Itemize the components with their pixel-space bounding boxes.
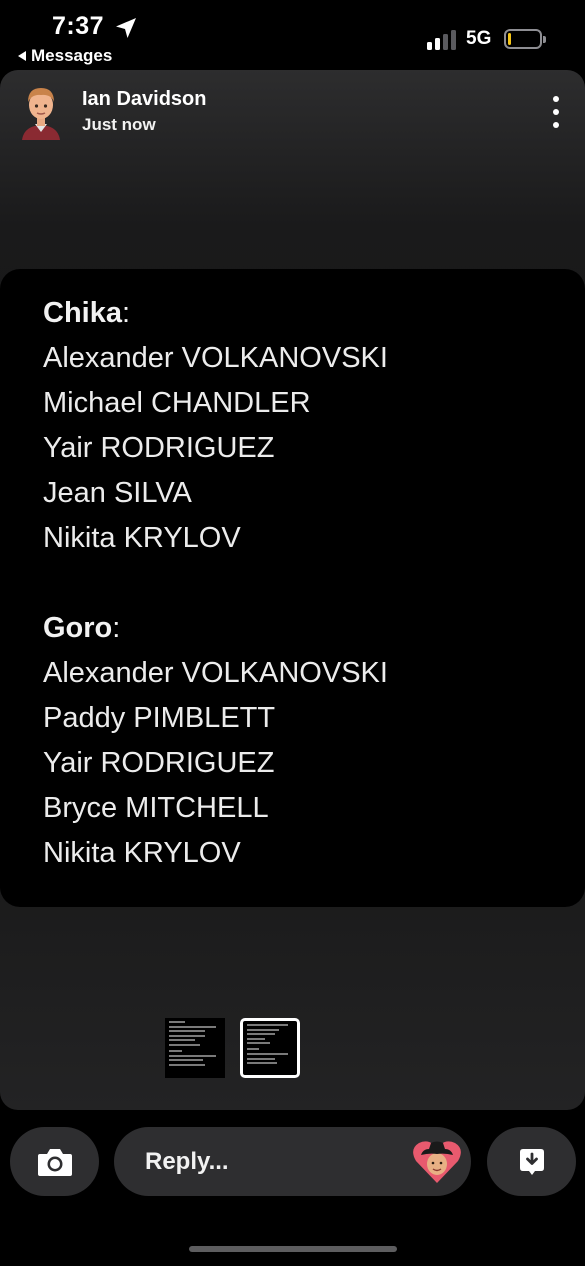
signal-bar	[435, 38, 440, 50]
thumb-text-line	[169, 1059, 203, 1062]
thumb-text-line	[169, 1049, 182, 1052]
thumb-text-line	[169, 1054, 216, 1057]
note-line: Nikita KRYLOV	[43, 522, 241, 554]
network-type: 5G	[466, 28, 492, 49]
signal-icon	[427, 28, 459, 50]
home-indicator[interactable]	[189, 1246, 397, 1252]
thumb-text-line	[169, 1030, 206, 1033]
snap-thumbnail-1[interactable]	[165, 1018, 225, 1078]
note-section-goro: Goro: Alexander VOLKANOVSKI Paddy PIMBLE…	[43, 606, 388, 876]
thumb-text-line	[169, 1043, 201, 1046]
thumb-text-line	[247, 1033, 275, 1036]
share-button[interactable]	[487, 1127, 576, 1196]
note-line: Bryce MITCHELL	[43, 792, 269, 824]
story-card[interactable]: Ian Davidson Just now Chika: Alexander V…	[0, 70, 585, 1110]
signal-bar	[427, 42, 432, 50]
battery-nub	[543, 36, 546, 43]
note-heading: Goro:	[43, 612, 121, 644]
thumb-text-line	[247, 1042, 270, 1045]
notes-screenshot: Chika: Alexander VOLKANOVSKI Michael CHA…	[0, 269, 585, 907]
thumb-text-line	[169, 1021, 185, 1023]
note-line: Yair RODRIGUEZ	[43, 432, 275, 464]
back-triangle-icon	[18, 51, 26, 61]
thumb-text-line	[247, 1048, 259, 1051]
note-heading-text: Chika	[43, 297, 122, 329]
thumb-text-line	[247, 1057, 275, 1060]
note-line: Michael CHANDLER	[43, 387, 311, 419]
snap-thumbnail-2[interactable]	[240, 1018, 300, 1078]
more-dot	[553, 122, 559, 128]
note-line: Alexander VOLKANOVSKI	[43, 342, 388, 374]
status-time: 7:37	[52, 12, 105, 40]
back-app-label: Messages	[31, 46, 113, 65]
battery-level-fill	[508, 33, 511, 45]
more-dot	[553, 96, 559, 102]
back-to-messages-link[interactable]: Messages	[18, 46, 112, 66]
thumb-text-line	[247, 1028, 280, 1031]
snap-thumbnails	[165, 1018, 300, 1078]
thumb-text-line	[247, 1062, 277, 1065]
bitmoji-avatar-icon[interactable]	[18, 84, 64, 140]
note-line: Paddy PIMBLETT	[43, 702, 276, 734]
more-options-button[interactable]	[546, 96, 566, 128]
reply-placeholder: Reply...	[145, 1148, 229, 1175]
note-heading-text: Goro	[43, 612, 113, 644]
battery-icon	[504, 29, 546, 49]
thumb-text-line	[169, 1034, 206, 1037]
thumb-text-line	[169, 1025, 216, 1028]
location-arrow-icon	[116, 18, 136, 38]
note-heading: Chika:	[43, 297, 131, 329]
note-section-chika: Chika: Alexander VOLKANOVSKI Michael CHA…	[43, 291, 388, 561]
camera-button[interactable]	[10, 1127, 99, 1196]
note-line: Nikita KRYLOV	[43, 837, 241, 869]
reply-input[interactable]: Reply...	[114, 1127, 471, 1196]
signal-bar	[451, 30, 456, 50]
thumb-text-line	[247, 1037, 266, 1040]
more-dot	[553, 109, 559, 115]
thumb-text-line	[169, 1063, 206, 1066]
camera-icon	[37, 1148, 72, 1176]
note-line: Alexander VOLKANOVSKI	[43, 657, 388, 689]
note-line: Yair RODRIGUEZ	[43, 747, 275, 779]
sender-name[interactable]: Ian Davidson	[82, 88, 206, 111]
message-timestamp: Just now	[82, 115, 156, 134]
thumb-text-line	[169, 1039, 195, 1042]
signal-bar	[443, 34, 448, 50]
thumb-text-line	[247, 1052, 289, 1055]
download-bubble-icon	[519, 1148, 544, 1175]
status-bar: 7:37 Messages 5G	[0, 0, 585, 70]
bitmoji-heart-icon[interactable]	[411, 1135, 463, 1187]
thumb-text-line	[247, 1024, 289, 1026]
note-line: Jean SILVA	[43, 477, 192, 509]
